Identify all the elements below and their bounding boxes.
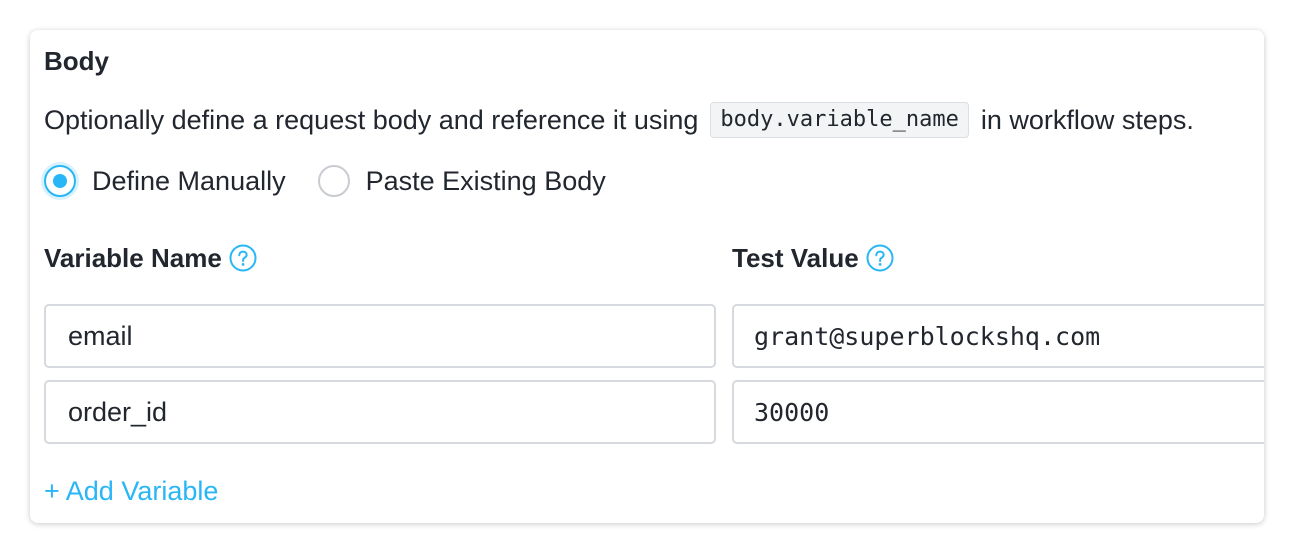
code-snippet: body.variable_name — [710, 102, 969, 138]
question-circle-icon[interactable] — [866, 244, 894, 272]
description-text: Optionally define a request body and ref… — [44, 104, 699, 135]
radio-paste-existing-body[interactable]: Paste Existing Body — [317, 165, 606, 197]
variable-name-input[interactable]: order_id — [44, 380, 716, 444]
radio-unselected-icon[interactable] — [317, 165, 350, 197]
variable-name-header-label: Variable Name — [44, 242, 222, 273]
section-description: Optionally define a request body and ref… — [44, 101, 1194, 139]
body-card: Body Optionally define a request body an… — [30, 30, 1264, 523]
test-value-input[interactable]: grant@superblockshq.com — [732, 304, 1264, 368]
radio-label-paste-existing-body: Paste Existing Body — [365, 165, 606, 196]
test-value-header-label: Test Value — [732, 242, 859, 273]
body-mode-radio-group: Define Manually Paste Existing Body — [44, 164, 638, 198]
section-title: Body — [44, 46, 109, 76]
question-circle-icon[interactable] — [229, 244, 257, 272]
variable-name-input[interactable]: email — [44, 304, 716, 368]
radio-selected-icon[interactable] — [44, 165, 76, 197]
radio-label-define-manually: Define Manually — [92, 165, 286, 196]
test-value-input[interactable]: 30000 — [732, 380, 1264, 444]
add-variable-button[interactable]: + Add Variable — [44, 476, 218, 507]
variable-name-header: Variable Name — [44, 240, 257, 276]
description-text-end: in workflow steps. — [980, 104, 1194, 135]
test-value-header: Test Value — [732, 240, 894, 276]
radio-define-manually[interactable]: Define Manually — [44, 165, 286, 197]
